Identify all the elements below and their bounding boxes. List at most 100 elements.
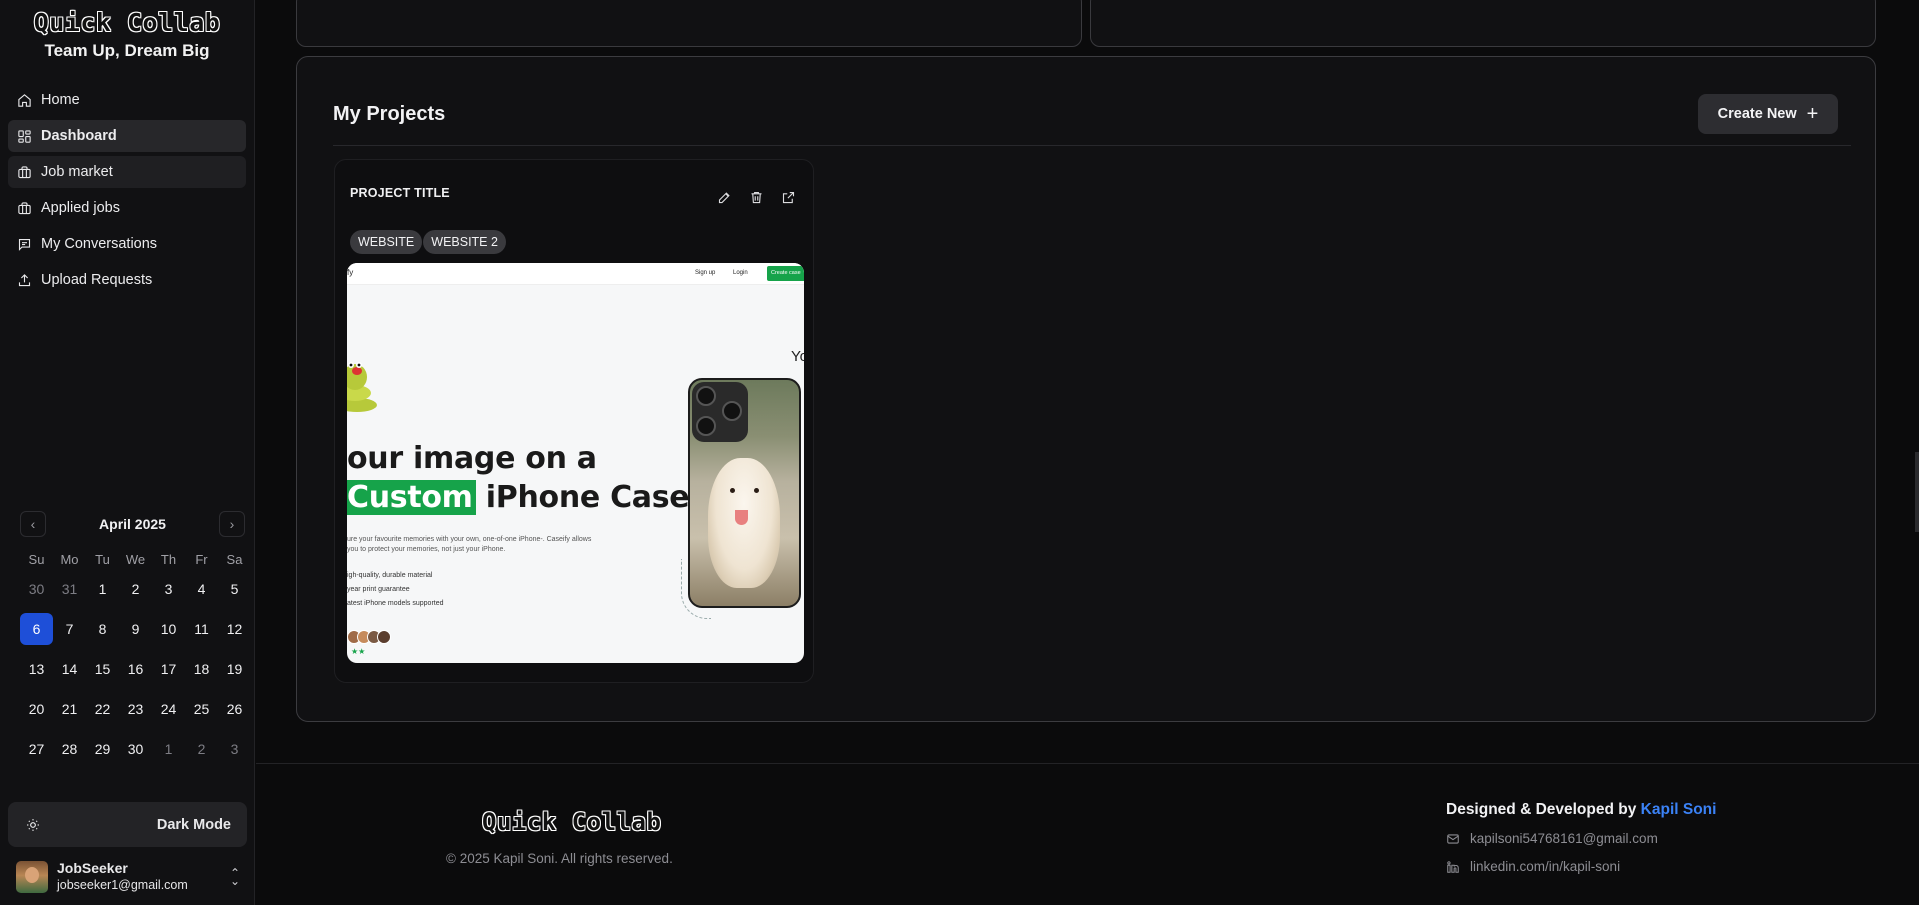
- footer-linkedin-link[interactable]: linkedin.com/in/kapil-soni: [1446, 859, 1620, 874]
- sidebar: Quick Collab Team Up, Dream Big Home Das…: [0, 0, 255, 905]
- calendar-day[interactable]: 30: [119, 733, 152, 765]
- phone-case-image: [688, 378, 801, 608]
- sidebar-item-job-market[interactable]: Job market: [8, 156, 246, 188]
- plus-icon: +: [1806, 103, 1819, 125]
- calendar-day[interactable]: 6: [20, 613, 53, 645]
- preview-bullet: year print guarantee: [347, 586, 410, 593]
- calendar-day[interactable]: 3: [152, 573, 185, 605]
- sidebar-item-label: Applied jobs: [41, 200, 120, 216]
- user-name: JobSeeker: [57, 860, 128, 876]
- scrollbar-thumb[interactable]: [1915, 452, 1919, 532]
- sidebar-item-label: Dashboard: [41, 128, 117, 144]
- footer-email-link[interactable]: kapilsoni54768161@gmail.com: [1446, 831, 1658, 846]
- preview-highlight: Custom: [347, 480, 476, 515]
- preview-headline-rest: iPhone Case: [475, 480, 690, 515]
- brand-logo[interactable]: Quick Collab: [0, 8, 254, 37]
- calendar: ‹ April 2025 › Su Mo Tu We Th Fr Sa 30 31…: [20, 511, 245, 773]
- calendar-day[interactable]: 27: [20, 733, 53, 765]
- edit-button[interactable]: [715, 188, 733, 206]
- dark-mode-toggle[interactable]: Dark Mode: [8, 802, 247, 847]
- footer-email: kapilsoni54768161@gmail.com: [1470, 831, 1658, 846]
- section-title: My Projects: [333, 103, 446, 125]
- calendar-day[interactable]: 9: [119, 613, 152, 645]
- preview-brand: fy: [347, 268, 354, 277]
- project-tags: WEBSITE WEBSITE 2: [350, 230, 506, 254]
- preview-bullets: igh-quality, durable material year print…: [347, 569, 444, 611]
- calendar-prev-button[interactable]: ‹: [20, 511, 46, 537]
- footer-credit-prefix: Designed & Developed by: [1446, 801, 1641, 818]
- calendar-day[interactable]: 15: [86, 653, 119, 685]
- sidebar-item-upload-requests[interactable]: Upload Requests: [8, 264, 246, 296]
- calendar-grid: Su Mo Tu We Th Fr Sa 30 31 1 2 3 4 5 6 7 8 9 10 11 12…: [20, 545, 245, 773]
- calendar-day[interactable]: 28: [53, 733, 86, 765]
- author-link[interactable]: Kapil Soni: [1641, 801, 1717, 818]
- user-menu[interactable]: JobSeeker jobseeker1@gmail.com ⌃ ⌄: [16, 859, 240, 895]
- calendar-day[interactable]: 29: [86, 733, 119, 765]
- calendar-day[interactable]: 11: [185, 613, 218, 645]
- preview-bullet: atest iPhone models supported: [347, 600, 444, 607]
- upload-icon: [18, 273, 31, 286]
- calendar-day[interactable]: 26: [218, 693, 251, 725]
- calendar-day[interactable]: 20: [20, 693, 53, 725]
- calendar-day[interactable]: 23: [119, 693, 152, 725]
- preview-cta: Create case: [767, 266, 804, 281]
- project-card[interactable]: PROJECT TITLE WEBSITE WEBSITE 2 fy Sign …: [334, 159, 814, 683]
- calendar-day[interactable]: 30: [20, 573, 53, 605]
- calendar-day[interactable]: 19: [218, 653, 251, 685]
- calendar-day[interactable]: 7: [53, 613, 86, 645]
- calendar-next-button[interactable]: ›: [219, 511, 245, 537]
- briefcase-icon: [18, 165, 31, 178]
- footer-linkedin: linkedin.com/in/kapil-soni: [1470, 859, 1621, 874]
- sidebar-item-dashboard[interactable]: Dashboard: [8, 120, 246, 152]
- calendar-day[interactable]: 1: [152, 733, 185, 765]
- sidebar-item-label: Upload Requests: [41, 272, 153, 288]
- calendar-weekday: Su: [28, 551, 45, 567]
- star-rating-icon: ★★: [351, 647, 366, 656]
- calendar-day[interactable]: 5: [218, 573, 251, 605]
- message-icon: [18, 238, 31, 251]
- calendar-day[interactable]: 2: [185, 733, 218, 765]
- preview-headline-line-1: our image on a: [347, 441, 597, 476]
- sidebar-item-label: Home: [41, 92, 80, 108]
- sidebar-item-home[interactable]: Home: [8, 84, 246, 116]
- delete-button[interactable]: [747, 188, 765, 206]
- calendar-day[interactable]: 10: [152, 613, 185, 645]
- calendar-day[interactable]: 17: [152, 653, 185, 685]
- brand-tagline: Team Up, Dream Big: [44, 41, 210, 60]
- calendar-day[interactable]: 16: [119, 653, 152, 685]
- dog-eye: [730, 488, 735, 493]
- footer: Quick Collab © 2025 Kapil Soni. All righ…: [256, 763, 1919, 905]
- sun-icon: [27, 818, 39, 831]
- dog-tongue: [735, 510, 748, 525]
- calendar-day[interactable]: 3: [218, 733, 251, 765]
- create-new-button[interactable]: Create New +: [1698, 94, 1838, 134]
- calendar-weekday: Tu: [95, 551, 110, 567]
- calendar-day[interactable]: 14: [53, 653, 86, 685]
- user-email: jobseeker1@gmail.com: [57, 878, 188, 892]
- sidebar-item-applied-jobs[interactable]: Applied jobs: [8, 192, 246, 224]
- snake-mascot-icon: [347, 362, 377, 412]
- calendar-day[interactable]: 24: [152, 693, 185, 725]
- chevrons-up-down-icon: ⌃ ⌄: [229, 866, 240, 888]
- open-external-button[interactable]: [779, 188, 797, 206]
- calendar-day[interactable]: 4: [185, 573, 218, 605]
- calendar-weekday: Sa: [226, 551, 243, 567]
- calendar-day[interactable]: 8: [86, 613, 119, 645]
- sidebar-item-label: My Conversations: [41, 236, 158, 252]
- project-title: PROJECT TITLE: [350, 186, 450, 200]
- calendar-day[interactable]: 12: [218, 613, 251, 645]
- calendar-day[interactable]: 18: [185, 653, 218, 685]
- calendar-day[interactable]: 25: [185, 693, 218, 725]
- camera-module: [692, 382, 748, 442]
- sidebar-item-my-conversations[interactable]: My Conversations: [8, 228, 246, 260]
- calendar-day[interactable]: 22: [86, 693, 119, 725]
- footer-logo[interactable]: Quick Collab: [482, 808, 661, 836]
- calendar-day[interactable]: 21: [53, 693, 86, 725]
- calendar-day[interactable]: 2: [119, 573, 152, 605]
- preview-navbar: fy Sign up Login Create case: [347, 263, 804, 285]
- calendar-day[interactable]: 1: [86, 573, 119, 605]
- calendar-day[interactable]: 31: [53, 573, 86, 605]
- footer-credit: Designed & Developed by Kapil Soni: [1446, 801, 1716, 819]
- calendar-day[interactable]: 13: [20, 653, 53, 685]
- top-card-right: [1090, 0, 1876, 47]
